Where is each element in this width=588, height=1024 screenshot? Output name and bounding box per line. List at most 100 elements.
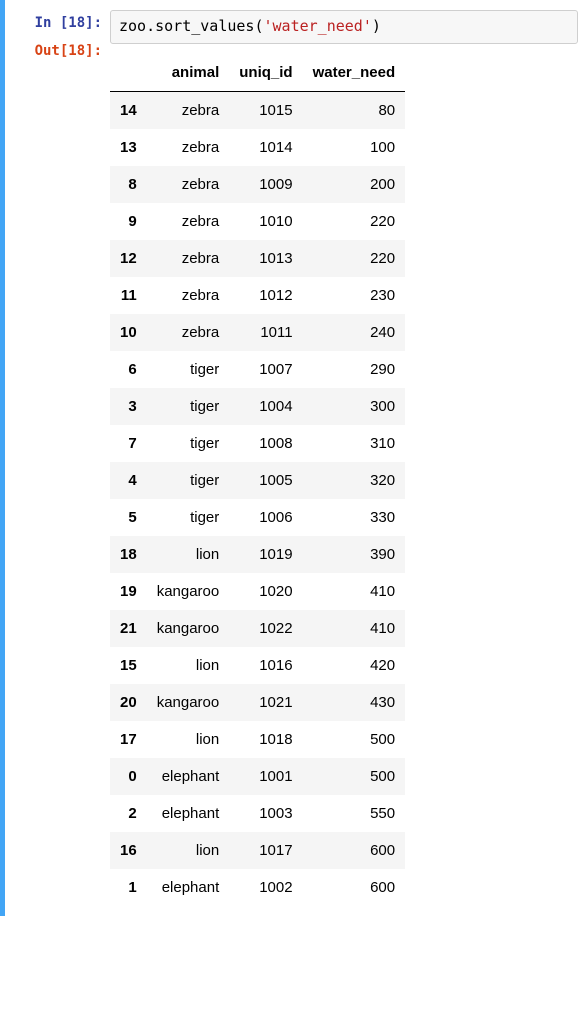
table-row: 19kangaroo1020410 — [110, 573, 405, 610]
row-index: 6 — [110, 351, 147, 388]
cell-uniq_id: 1003 — [229, 795, 302, 832]
table-header-row: animal uniq_id water_need — [110, 54, 405, 92]
cell-uniq_id: 1014 — [229, 129, 302, 166]
table-row: 9zebra1010220 — [110, 203, 405, 240]
row-index: 17 — [110, 721, 147, 758]
cell-animal: tiger — [147, 425, 230, 462]
code-string-close: ' — [363, 17, 372, 35]
cell-water_need: 390 — [303, 536, 406, 573]
cell-animal: lion — [147, 832, 230, 869]
table-row: 14zebra101580 — [110, 91, 405, 129]
cell-uniq_id: 1007 — [229, 351, 302, 388]
cell-animal: kangaroo — [147, 610, 230, 647]
cell-animal: zebra — [147, 166, 230, 203]
cell-uniq_id: 1020 — [229, 573, 302, 610]
cell-water_need: 220 — [303, 240, 406, 277]
content-column: zoo.sort_values('water_need') animal uni… — [110, 10, 588, 906]
table-row: 10zebra1011240 — [110, 314, 405, 351]
cell-water_need: 220 — [303, 203, 406, 240]
cell-water_need: 550 — [303, 795, 406, 832]
row-index: 11 — [110, 277, 147, 314]
row-index: 20 — [110, 684, 147, 721]
cell-uniq_id: 1022 — [229, 610, 302, 647]
cell-water_need: 320 — [303, 462, 406, 499]
cell-animal: tiger — [147, 499, 230, 536]
cell-animal: elephant — [147, 869, 230, 906]
cell-water_need: 100 — [303, 129, 406, 166]
table-row: 12zebra1013220 — [110, 240, 405, 277]
cell-water_need: 430 — [303, 684, 406, 721]
row-index: 12 — [110, 240, 147, 277]
cell-water_need: 500 — [303, 721, 406, 758]
cell-uniq_id: 1019 — [229, 536, 302, 573]
cell-water_need: 240 — [303, 314, 406, 351]
row-index: 10 — [110, 314, 147, 351]
table-row: 5tiger1006330 — [110, 499, 405, 536]
col-header-water-need: water_need — [303, 54, 406, 92]
row-index: 15 — [110, 647, 147, 684]
table-row: 11zebra1012230 — [110, 277, 405, 314]
cell-uniq_id: 1010 — [229, 203, 302, 240]
cell-uniq_id: 1011 — [229, 314, 302, 351]
row-index: 14 — [110, 91, 147, 129]
cell-animal: tiger — [147, 462, 230, 499]
cell-animal: kangaroo — [147, 684, 230, 721]
table-row: 2elephant1003550 — [110, 795, 405, 832]
row-index: 8 — [110, 166, 147, 203]
code-suffix: ) — [372, 17, 381, 35]
cell-animal: zebra — [147, 129, 230, 166]
cell-water_need: 80 — [303, 91, 406, 129]
row-index: 13 — [110, 129, 147, 166]
row-index: 3 — [110, 388, 147, 425]
table-row: 13zebra1014100 — [110, 129, 405, 166]
cell-animal: lion — [147, 536, 230, 573]
cell-water_need: 230 — [303, 277, 406, 314]
col-header-animal: animal — [147, 54, 230, 92]
cell-water_need: 420 — [303, 647, 406, 684]
cell-uniq_id: 1012 — [229, 277, 302, 314]
row-index: 21 — [110, 610, 147, 647]
prompt-column: In [18]: Out[18]: — [5, 10, 110, 906]
table-row: 20kangaroo1021430 — [110, 684, 405, 721]
code-prefix: zoo.sort_values( — [119, 17, 264, 35]
table-row: 1elephant1002600 — [110, 869, 405, 906]
cell-animal: elephant — [147, 795, 230, 832]
cell-uniq_id: 1002 — [229, 869, 302, 906]
table-row: 15lion1016420 — [110, 647, 405, 684]
cell-water_need: 500 — [303, 758, 406, 795]
cell-uniq_id: 1016 — [229, 647, 302, 684]
row-index: 1 — [110, 869, 147, 906]
cell-uniq_id: 1009 — [229, 166, 302, 203]
table-row: 3tiger1004300 — [110, 388, 405, 425]
dataframe-table: animal uniq_id water_need 14zebra1015801… — [110, 54, 405, 906]
output-area: animal uniq_id water_need 14zebra1015801… — [110, 44, 578, 906]
cell-animal: zebra — [147, 91, 230, 129]
cell-water_need: 310 — [303, 425, 406, 462]
cell-uniq_id: 1021 — [229, 684, 302, 721]
cell-uniq_id: 1018 — [229, 721, 302, 758]
cell-animal: zebra — [147, 203, 230, 240]
cell-water_need: 330 — [303, 499, 406, 536]
col-header-uniq-id: uniq_id — [229, 54, 302, 92]
cell-water_need: 600 — [303, 832, 406, 869]
row-index: 18 — [110, 536, 147, 573]
row-index: 9 — [110, 203, 147, 240]
table-row: 21kangaroo1022410 — [110, 610, 405, 647]
cell-animal: tiger — [147, 351, 230, 388]
cell-uniq_id: 1005 — [229, 462, 302, 499]
table-row: 4tiger1005320 — [110, 462, 405, 499]
code-string-open: ' — [264, 17, 273, 35]
code-input[interactable]: zoo.sort_values('water_need') — [110, 10, 578, 44]
table-row: 8zebra1009200 — [110, 166, 405, 203]
table-row: 16lion1017600 — [110, 832, 405, 869]
code-string-val: water_need — [273, 17, 363, 35]
cell-water_need: 410 — [303, 573, 406, 610]
cell-uniq_id: 1006 — [229, 499, 302, 536]
cell-water_need: 290 — [303, 351, 406, 388]
row-index: 0 — [110, 758, 147, 795]
index-header-blank — [110, 54, 147, 92]
in-prompt-label: In [18]: — [35, 15, 102, 31]
notebook-cell: In [18]: Out[18]: zoo.sort_values('water… — [0, 0, 588, 916]
cell-animal: zebra — [147, 240, 230, 277]
cell-animal: tiger — [147, 388, 230, 425]
